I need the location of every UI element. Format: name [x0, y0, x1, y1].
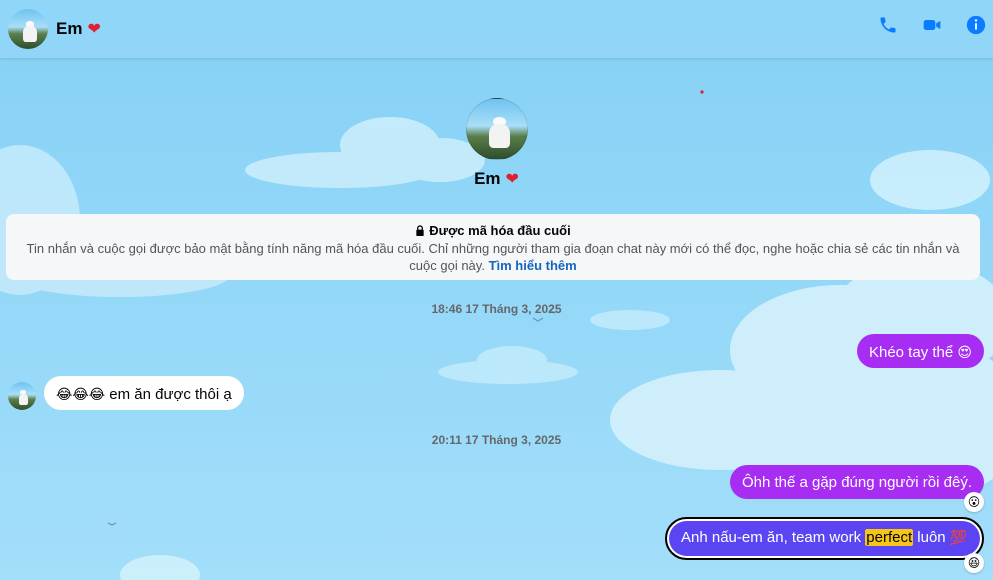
message-incoming[interactable]: 😂😂😂 em ăn được thôi ạ	[44, 376, 244, 410]
message-text: Khéo tay thể	[868, 344, 954, 361]
profile-name-text: Em	[474, 169, 501, 188]
profile-avatar[interactable]	[465, 98, 528, 160]
timestamp: 18:46 17 Tháng 3, 2025	[431, 302, 562, 316]
timestamp: 20:11 17 Tháng 3, 2025	[431, 433, 562, 447]
reaction-badge[interactable]: 😆	[964, 553, 984, 573]
emoji: 😂😂😂	[56, 386, 106, 402]
chat-header: Em ❤	[0, 0, 993, 58]
lock-icon	[416, 225, 424, 236]
message-text-prefix: Anh nấu-em ăn, team work	[681, 529, 866, 546]
contact-name-text: Em	[56, 19, 83, 38]
reaction-badge[interactable]: 😮	[964, 492, 984, 512]
encryption-title: Được mã hóa đầu cuối	[429, 223, 571, 238]
emoji: 💯	[949, 529, 968, 545]
profile-section: Em ❤	[0, 98, 993, 189]
learn-more-link[interactable]: Tìm hiểu thêm	[489, 258, 577, 273]
video-icon[interactable]	[921, 14, 943, 36]
heart-emoji: ❤	[87, 21, 101, 38]
phone-icon[interactable]	[877, 14, 899, 36]
message-text: em ăn được thôi ạ	[109, 386, 232, 403]
message-text-suffix: luôn	[913, 529, 946, 546]
message-text: Ôhh thế a gặp đúng người rồi đêý.	[741, 474, 972, 491]
heart-emoji: ❤	[505, 171, 519, 188]
emoji: 😍	[957, 344, 972, 360]
sender-avatar[interactable]	[8, 382, 36, 410]
message-outgoing-selected[interactable]: Anh nấu-em ăn, team work perfect luôn 💯	[669, 521, 980, 556]
profile-name: Em ❤	[474, 169, 519, 189]
message-outgoing[interactable]: Khéo tay thể 😍	[856, 334, 984, 368]
message-outgoing[interactable]: Ôhh thế a gặp đúng người rồi đêý.	[729, 465, 984, 499]
info-icon[interactable]	[965, 14, 987, 36]
highlighted-word: perfect	[865, 529, 914, 546]
selected-message-outline[interactable]: Anh nấu-em ăn, team work perfect luôn 💯	[665, 517, 984, 560]
encryption-notice: Được mã hóa đầu cuối Tin nhắn và cuộc gọ…	[6, 214, 980, 280]
avatar[interactable]	[8, 9, 48, 49]
contact-name[interactable]: Em ❤	[56, 19, 101, 39]
